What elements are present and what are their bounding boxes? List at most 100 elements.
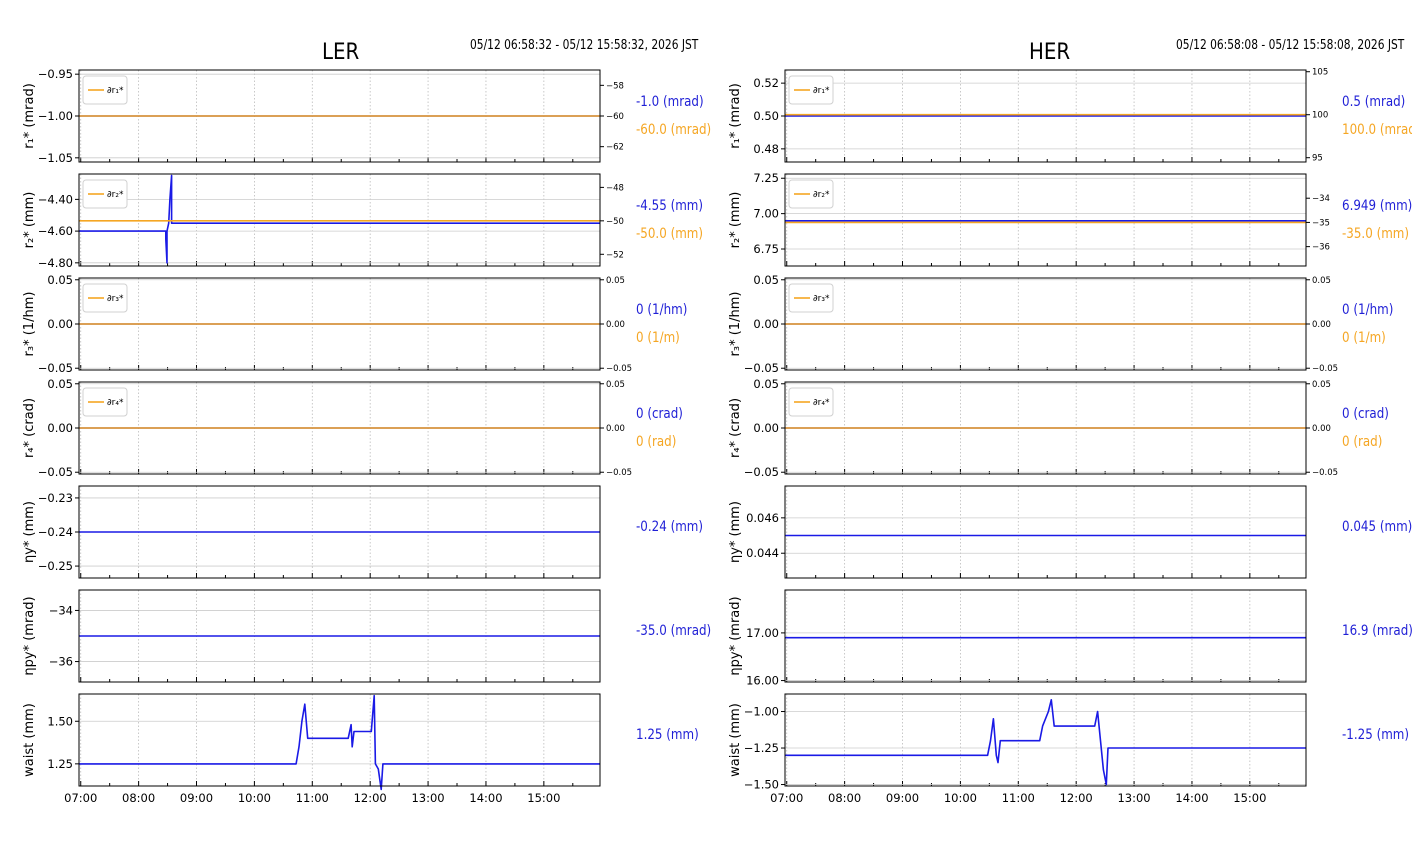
her-r4-ytick-label: 0.00	[753, 421, 779, 435]
ler-waist-series-blue	[79, 694, 600, 791]
ler-r2-series-blue	[79, 174, 600, 264]
ler-r3-ytick-label: −0.05	[38, 361, 73, 375]
ler-r1-y2tick-label: −62	[606, 143, 624, 153]
ler-r4-legend-label: ∂r₄*	[107, 398, 124, 408]
ler-r1-y2tick-label: −60	[606, 112, 624, 122]
her-r1-ytick-label: 0.48	[753, 142, 779, 156]
her-etapy-ytick-label: 16.00	[746, 674, 779, 688]
ler-r4-y2tick-label: −0.05	[606, 468, 632, 478]
her-etapy-ylabel: ηpy* (mrad)	[728, 596, 743, 675]
her-r3-subplot: 0.05 0.00 −0.05 0.05 0.00 −0.05 ∂r₃* r₃* (1/hm)	[728, 273, 1338, 375]
ler-r4-value: 0 (crad)	[636, 406, 683, 422]
her-r2-y2tick-label: −34	[1312, 194, 1330, 204]
ler-r2-legend: ∂r₂*	[82, 179, 128, 209]
her-etapy-subplot: 17.00 16.00ηpy* (mrad)	[728, 589, 1307, 688]
her-etay-ytick-label: 0.046	[746, 511, 779, 525]
her-r2-y2tick-label: −36	[1312, 243, 1330, 253]
ler-r4-y2tick-label: 0.05	[606, 380, 625, 390]
ler-r2-y2tick-label: −48	[606, 183, 624, 193]
ler-r1-y2tick-label: −58	[606, 81, 624, 91]
ler-waist-xtick-label: 12:00	[354, 791, 387, 805]
ler-time-range: 05/12 06:58:32 - 05/12 15:58:32, 2026 JS…	[470, 38, 699, 53]
ler-waist-ytick-label: 1.25	[47, 757, 73, 771]
ler-waist-xtick-label: 14:00	[469, 791, 502, 805]
ler-r4-ytick-label: 0.00	[47, 421, 73, 435]
ler-etay-value: -0.24 (mm)	[636, 519, 704, 535]
ler-waist-xtick-label: 13:00	[411, 791, 444, 805]
ler-r3-legend: ∂r₃*	[82, 283, 128, 313]
ler-r4-y2tick-label: 0.00	[606, 424, 625, 434]
ler-r4-ylabel: r₄* (crad)	[22, 398, 37, 458]
ler-waist-xtick-label: 15:00	[527, 791, 560, 805]
her-etapy-ytick-label: 17.00	[746, 626, 779, 640]
her-r3-y2tick-label: 0.05	[1312, 276, 1331, 286]
ler-etapy-ytick-label: −34	[49, 603, 73, 617]
ler-waist-xtick-label: 11:00	[296, 791, 329, 805]
ler-etay-subplot: −0.23 −0.24 −0.25ηy* (mm)	[22, 485, 601, 579]
her-waist-xtick-label: 08:00	[828, 791, 861, 805]
her-r1-ylabel: r₁* (mrad)	[728, 83, 743, 149]
her-r4-ytick-label: −0.05	[744, 465, 779, 479]
her-r2-y2tick-label: −35	[1312, 218, 1330, 228]
ler-r3-ylabel: r₃* (1/hm)	[22, 292, 37, 357]
her-r4-ytick-label: 0.05	[753, 377, 779, 391]
ler-waist-value: 1.25 (mm)	[636, 727, 699, 743]
her-r1-y2tick-label: 100	[1312, 111, 1328, 121]
her-waist-xtick-label: 15:00	[1233, 791, 1266, 805]
her-r4-value: 0 (crad)	[1342, 406, 1389, 422]
ler-r3-orange-value: 0 (1/m)	[636, 330, 680, 346]
her-etapy-frame	[784, 589, 1307, 683]
her-waist-xtick-label: 11:00	[1002, 791, 1035, 805]
ler-r2-subplot: −4.40 −4.60 −4.80 −48 −50 −52 ∂r₂* r₂* (mm)	[22, 173, 624, 270]
ler-r1-ylabel: r₁* (mrad)	[22, 83, 37, 149]
her-waist-series-blue	[785, 698, 1306, 786]
ler-r4-ytick-label: 0.05	[47, 377, 73, 391]
her-r4-y2tick-label: 0.00	[1312, 424, 1331, 434]
ler-r1-ytick-label: −1.00	[38, 109, 73, 123]
her-r4-ylabel: r₄* (crad)	[728, 398, 743, 458]
ler-waist-xtick-label: 10:00	[238, 791, 271, 805]
her-waist-xtick-label: 07:00	[770, 791, 803, 805]
her-etay-frame	[784, 485, 1307, 579]
her-r2-value: 6.949 (mm)	[1342, 198, 1412, 214]
ler-r4-subplot: 0.05 0.00 −0.05 0.05 0.00 −0.05 ∂r₄* r₄* (crad)	[22, 377, 632, 479]
her-r3-y2tick-label: 0.00	[1312, 320, 1331, 330]
ler-r2-ytick-label: −4.80	[38, 256, 73, 270]
ler-r1-orange-value: -60.0 (mrad)	[636, 122, 712, 138]
ler-r3-y2tick-label: 0.05	[606, 276, 625, 286]
ler-r1-value: -1.0 (mrad)	[636, 94, 704, 110]
ler-waist-frame	[78, 693, 601, 787]
ler-r3-y2tick-label: 0.00	[606, 320, 625, 330]
ler-r2-value: -4.55 (mm)	[636, 198, 704, 214]
her-r2-ylabel: r₂* (mm)	[728, 192, 743, 249]
her-r1-legend: ∂r₁*	[788, 75, 834, 105]
ler-etapy-ylabel: ηpy* (mrad)	[22, 596, 37, 675]
ler-waist-ytick-label: 1.50	[47, 714, 73, 728]
ler-r3-value: 0 (1/hm)	[636, 302, 688, 318]
ler-waist-xtick-label: 07:00	[64, 791, 97, 805]
ler-r4-orange-value: 0 (rad)	[636, 434, 677, 450]
ler-r4-ytick-label: −0.05	[38, 465, 73, 479]
her-r3-legend: ∂r₃*	[788, 283, 834, 313]
ler-waist-xtick-label: 09:00	[180, 791, 213, 805]
ler-r1-ytick-label: −0.95	[38, 67, 73, 81]
her-r2-ytick-label: 7.00	[753, 207, 779, 221]
her-r2-legend-label: ∂r₂*	[813, 190, 830, 200]
her-waist-ytick-label: −1.25	[744, 741, 779, 755]
ler-r3-legend-label: ∂r₃*	[107, 294, 124, 304]
her-r4-y2tick-label: 0.05	[1312, 380, 1331, 390]
her-waist-xtick-label: 12:00	[1060, 791, 1093, 805]
ler-etapy-subplot: −34 −36 ηpy* (mrad)	[22, 589, 601, 683]
her-waist-ylabel: waist (mm)	[728, 703, 743, 777]
ler-title: LER	[322, 40, 360, 65]
her-r3-ytick-label: 0.05	[753, 273, 779, 287]
her-etapy-value: 16.9 (mrad)	[1342, 623, 1412, 639]
her-waist-value: -1.25 (mm)	[1342, 727, 1410, 743]
her-r3-ytick-label: 0.00	[753, 317, 779, 331]
her-etay-ytick-label: 0.044	[746, 546, 779, 560]
her-r4-orange-value: 0 (rad)	[1342, 434, 1383, 450]
her-waist-subplot: −1.00 −1.25 −1.50waist (mm) 07:00 08:00 09:00…	[728, 693, 1307, 805]
her-r2-subplot: 7.25 7.00 6.75 −34 −35 −36 ∂r₂* r₂* (mm)	[728, 171, 1330, 267]
her-time-range: 05/12 06:58:08 - 05/12 15:58:08, 2026 JS…	[1176, 38, 1405, 53]
her-r3-value: 0 (1/hm)	[1342, 302, 1394, 318]
